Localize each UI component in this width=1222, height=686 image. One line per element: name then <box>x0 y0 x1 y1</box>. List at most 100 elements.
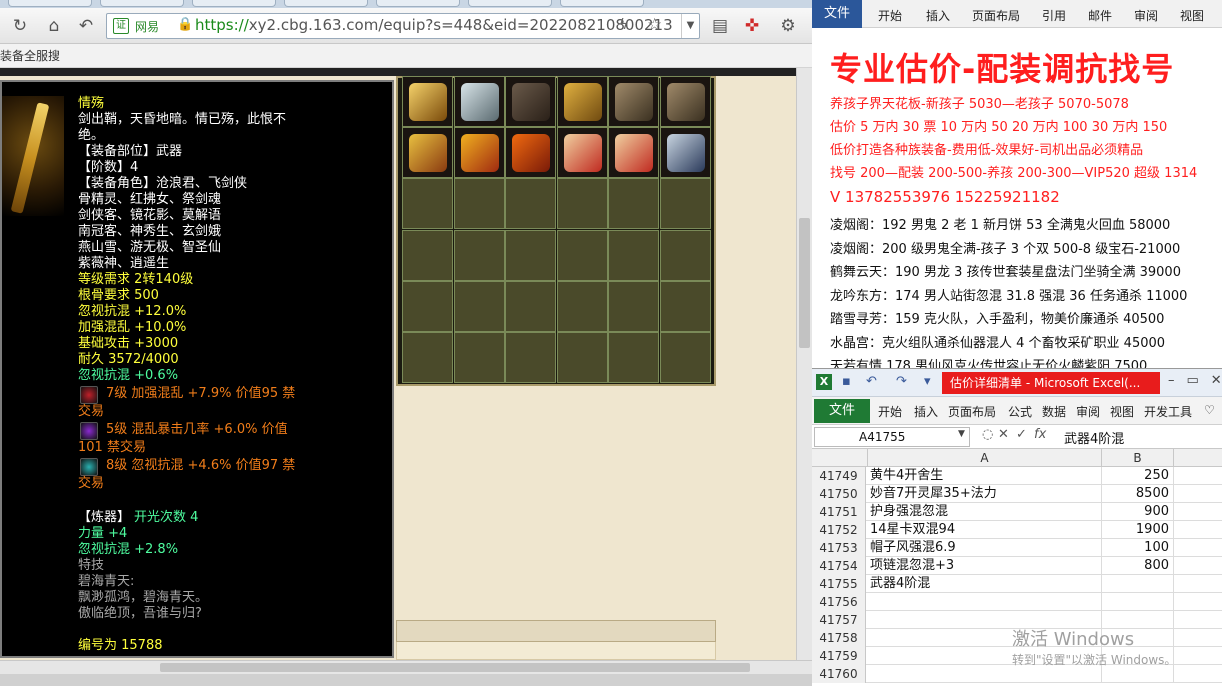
row-number[interactable]: 41753 <box>812 539 866 557</box>
cell-a[interactable]: 妙音7开灵犀35+法力 <box>868 485 1102 503</box>
excel-tab[interactable]: 公式 <box>1008 403 1032 420</box>
cell-a[interactable]: 项链混忽混+3 <box>868 557 1102 575</box>
word-file-tab[interactable]: 文件 <box>812 0 862 28</box>
certificate-icon[interactable]: 证 <box>113 18 129 34</box>
row-number[interactable]: 41757 <box>812 611 866 629</box>
inventory-item[interactable] <box>453 127 505 179</box>
cell-b[interactable]: 250 <box>1102 467 1174 485</box>
inventory-item[interactable] <box>608 127 659 179</box>
url-text[interactable]: https://xy2.cbg.163.com/equip?s=448&eid=… <box>195 16 673 34</box>
row-number[interactable]: 41756 <box>812 593 866 611</box>
inventory-slot[interactable] <box>505 178 556 230</box>
enter-icon[interactable]: ✓ <box>1016 427 1027 442</box>
row-number[interactable]: 41755 <box>812 575 866 593</box>
row-number[interactable]: 41760 <box>812 665 866 683</box>
browser-tab[interactable] <box>560 0 644 7</box>
cell-b[interactable] <box>1102 575 1174 593</box>
excel-tab[interactable]: 开发工具 <box>1144 403 1192 420</box>
row-number[interactable]: 41758 <box>812 629 866 647</box>
document-body[interactable]: 专业估价-配装调抗找号 养孩子界天花板-新孩子 5030—老孩子 5070-50… <box>812 28 1222 368</box>
inventory-slot[interactable] <box>453 332 505 383</box>
excel-file-tab[interactable]: 文件 <box>814 399 870 423</box>
home-icon[interactable]: ⌂ <box>42 14 66 38</box>
cell-b[interactable]: 1900 <box>1102 521 1174 539</box>
cell-b[interactable] <box>1102 593 1174 611</box>
inventory-slot[interactable] <box>608 178 659 230</box>
row-number[interactable]: 41749 <box>812 467 866 485</box>
word-tab[interactable]: 插入 <box>926 7 950 24</box>
bookmark-item[interactable]: 装备全服搜 <box>0 47 60 64</box>
word-tab[interactable]: 视图 <box>1180 7 1204 24</box>
inventory-item[interactable] <box>556 76 608 127</box>
chevron-down-icon[interactable]: ▼ <box>681 14 699 38</box>
vertical-scrollbar[interactable] <box>796 68 812 660</box>
cell-a[interactable]: 武器4阶混 <box>868 575 1102 593</box>
excel-tab[interactable]: 页面布局 <box>948 403 996 420</box>
excel-tab[interactable]: 开始 <box>878 403 902 420</box>
inventory-slot[interactable] <box>453 280 505 332</box>
inventory-slot[interactable] <box>402 332 453 383</box>
cell-b[interactable]: 8500 <box>1102 485 1174 503</box>
inventory-slot[interactable] <box>608 280 659 332</box>
browser-tab[interactable] <box>100 0 184 7</box>
inventory-slot[interactable] <box>659 280 711 332</box>
ribbon-collapse-icon[interactable]: ♡ <box>1204 403 1215 417</box>
row-number[interactable]: 41759 <box>812 647 866 665</box>
cell-a[interactable]: 14星卡双混94 <box>868 521 1102 539</box>
scroll-thumb[interactable] <box>799 218 810 348</box>
select-all-corner[interactable] <box>812 449 868 467</box>
inventory-slot[interactable] <box>659 229 711 281</box>
game-icon[interactable]: ✜ <box>740 14 764 38</box>
lock-icon[interactable]: 🔒 <box>177 17 193 32</box>
cell-b[interactable]: 100 <box>1102 539 1174 557</box>
inventory-slot[interactable] <box>556 280 608 332</box>
excel-tab[interactable]: 插入 <box>914 403 938 420</box>
word-tab[interactable]: 引用 <box>1042 7 1066 24</box>
inventory-slot[interactable] <box>453 229 505 281</box>
window-controls[interactable]: –▭✕ <box>1168 373 1222 388</box>
function-icon[interactable]: fx <box>1034 427 1046 442</box>
column-header-a[interactable]: A <box>868 449 1102 467</box>
lightning-icon[interactable]: ϟ <box>619 17 628 33</box>
browser-tab[interactable] <box>192 0 276 7</box>
address-bar[interactable]: 证 网易 🔒 https://xy2.cbg.163.com/equip?s=4… <box>106 13 700 39</box>
name-box[interactable]: A41755 <box>814 427 970 447</box>
formula-input[interactable]: 武器4阶混 <box>1064 428 1124 447</box>
cell-a[interactable]: 黄牛4开舍生 <box>868 467 1102 485</box>
inventory-item[interactable] <box>556 127 608 179</box>
inventory-slot[interactable] <box>402 229 453 281</box>
inventory-slot[interactable] <box>453 178 505 230</box>
inventory-slot[interactable] <box>659 178 711 230</box>
browser-tab[interactable] <box>284 0 368 7</box>
inventory-slot[interactable] <box>505 229 556 281</box>
excel-tab[interactable]: 数据 <box>1042 403 1066 420</box>
chevron-down-icon[interactable]: ▼ <box>958 429 965 439</box>
inventory-slot[interactable] <box>608 332 659 383</box>
inventory-slot[interactable] <box>505 280 556 332</box>
customize-icon[interactable]: ▾ <box>924 374 931 389</box>
excel-tab[interactable]: 审阅 <box>1076 403 1100 420</box>
redo-icon[interactable]: ↷ <box>896 374 907 389</box>
row-number[interactable]: 41751 <box>812 503 866 521</box>
cell-a[interactable]: 护身强混忽混 <box>868 503 1102 521</box>
scroll-thumb[interactable] <box>160 663 750 672</box>
inventory-item[interactable] <box>505 76 556 127</box>
inventory-item[interactable] <box>402 127 453 179</box>
inventory-item[interactable] <box>659 76 711 127</box>
cell-a[interactable] <box>868 593 1102 611</box>
inventory-slot[interactable] <box>556 229 608 281</box>
inventory-slot[interactable] <box>659 332 711 383</box>
word-tab[interactable]: 邮件 <box>1088 7 1112 24</box>
browser-tab[interactable] <box>376 0 460 7</box>
browser-tab[interactable] <box>8 0 92 7</box>
cell-b[interactable]: 900 <box>1102 503 1174 521</box>
refresh-icon[interactable]: ↻ <box>8 14 32 38</box>
browser-tab[interactable] <box>468 0 552 7</box>
inventory-slot[interactable] <box>608 229 659 281</box>
cell-b[interactable]: 800 <box>1102 557 1174 575</box>
row-number[interactable]: 41750 <box>812 485 866 503</box>
inventory-item[interactable] <box>402 76 453 127</box>
inventory-slot[interactable] <box>556 178 608 230</box>
back-icon[interactable]: ↶ <box>74 14 98 38</box>
pages-icon[interactable]: ▤ <box>708 14 732 38</box>
